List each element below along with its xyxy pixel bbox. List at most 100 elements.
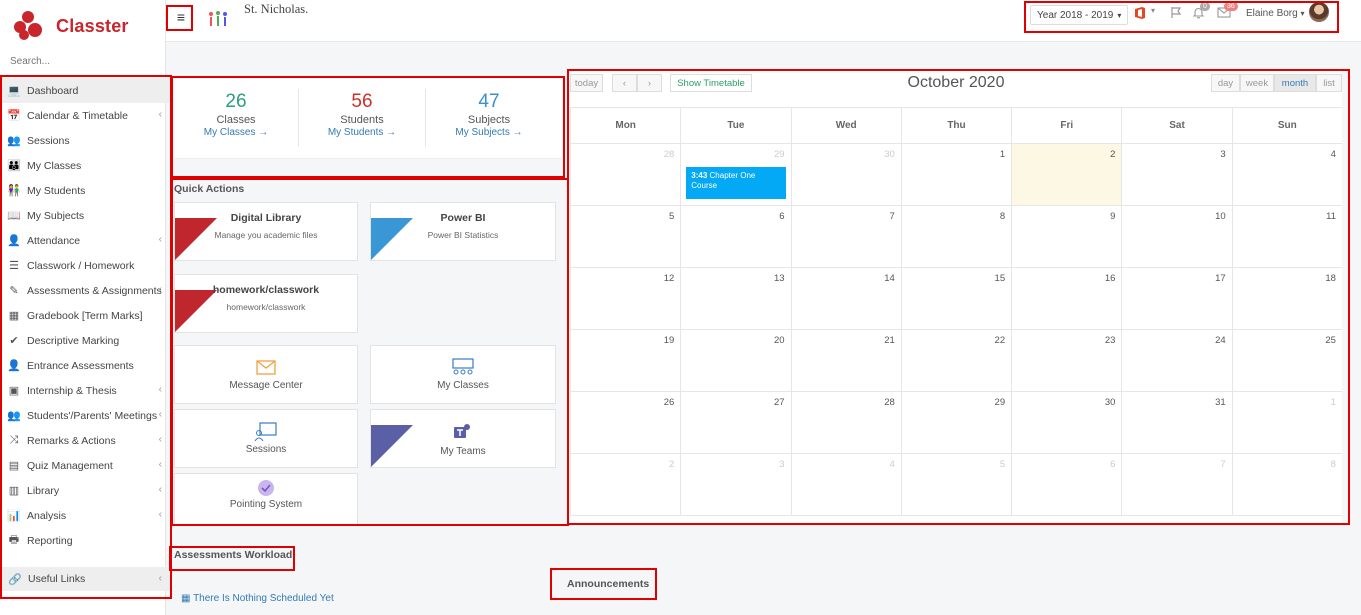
sessions-card[interactable]: Sessions: [174, 409, 358, 468]
sidebar-item-gradebook-term-marks[interactable]: ▦ Gradebook [Term Marks]: [2, 303, 170, 328]
avatar[interactable]: [1309, 2, 1329, 22]
sidebar-item-my-students[interactable]: 👫 My Students: [2, 178, 170, 203]
sidebar-item-classwork-homework[interactable]: ☰ Classwork / Homework: [2, 253, 170, 278]
calendar-day-cell[interactable]: 21: [790, 330, 901, 391]
message-center-card[interactable]: Message Center: [174, 345, 358, 404]
sidebar-item-dashboard[interactable]: 💻 Dashboard: [2, 78, 170, 103]
year-select[interactable]: Year 2018 - 2019 ▾: [1030, 5, 1129, 25]
sidebar-item-reporting[interactable]: 🖶 Reporting: [2, 528, 170, 553]
sidebar-search[interactable]: [10, 56, 160, 67]
power-bi-card[interactable]: Power BI Power BI Statistics: [370, 202, 556, 261]
calendar-day-cell[interactable]: 6: [680, 206, 790, 267]
calendar-day-cell[interactable]: 28: [790, 392, 901, 453]
calendar-day-cell[interactable]: 31: [1121, 392, 1231, 453]
calendar-day-cell[interactable]: 4: [1231, 144, 1342, 205]
calendar-day-cell[interactable]: 5: [570, 206, 680, 267]
calendar-day-cell[interactable]: 17: [1121, 268, 1231, 329]
calendar-day-cell[interactable]: 2: [1011, 144, 1122, 205]
calendar-day-cell[interactable]: 7: [1121, 454, 1231, 515]
calendar-day-cell[interactable]: 20: [680, 330, 790, 391]
card-subtitle: Manage you academic files: [214, 230, 318, 240]
day-number: 11: [1326, 211, 1336, 222]
sidebar-item-useful-links[interactable]: 🔗 Useful Links ‹: [2, 567, 170, 591]
my-classes-card[interactable]: My Classes: [370, 345, 556, 404]
office-icon[interactable]: [1133, 6, 1147, 20]
sidebar-item-my-subjects[interactable]: 📖 My Subjects: [2, 203, 170, 228]
calendar-day-cell[interactable]: 28: [570, 144, 680, 205]
sidebar-item-quiz-management[interactable]: ▤ Quiz Management ‹: [2, 453, 170, 478]
sidebar-item-my-classes[interactable]: 👪 My Classes: [2, 153, 170, 178]
calendar-day-cell[interactable]: 3: [1121, 144, 1231, 205]
sidebar-item-analysis[interactable]: 📊 Analysis ‹: [2, 503, 170, 528]
chevron-left-icon: ‹: [158, 509, 162, 520]
calendar-day-cell[interactable]: 29 3:43 Chapter One Course: [680, 144, 790, 205]
calendar-day-cell[interactable]: 6: [1011, 454, 1121, 515]
homework-classwork-card[interactable]: homework/classwork homework/classwork: [174, 274, 358, 333]
calendar-day-cell[interactable]: 10: [1121, 206, 1231, 267]
calendar-day-cell[interactable]: 4: [790, 454, 901, 515]
view-week-button[interactable]: week: [1240, 74, 1274, 92]
my-teams-card[interactable]: My Teams: [370, 409, 556, 468]
calendar-day-cell[interactable]: 25: [1231, 330, 1342, 391]
calendar-day-cell[interactable]: 30: [1011, 392, 1121, 453]
menu-toggle-button[interactable]: ≡: [170, 7, 192, 27]
prev-button[interactable]: ‹: [612, 74, 637, 92]
digital-library-card[interactable]: Digital Library Manage you academic file…: [174, 202, 358, 261]
app-logo[interactable]: Classter: [14, 9, 129, 43]
calendar-day-cell[interactable]: 7: [790, 206, 901, 267]
calendar-day-cell[interactable]: 2: [570, 454, 680, 515]
calendar-day-cell[interactable]: 30: [790, 144, 901, 205]
my-students-link[interactable]: My Students →: [300, 127, 424, 138]
caret-down-icon[interactable]: ▾: [1151, 6, 1155, 15]
calendar-day-cell[interactable]: 13: [680, 268, 790, 329]
sidebar-item-internship-thesis[interactable]: ▣ Internship & Thesis ‹: [2, 378, 170, 403]
sidebar-item-sessions[interactable]: 👥 Sessions: [2, 128, 170, 153]
calendar-day-cell[interactable]: 18: [1231, 268, 1342, 329]
sidebar-item-assessments-assignments[interactable]: ✎ Assessments & Assignments ‹: [2, 278, 170, 303]
pointing-system-card[interactable]: Pointing System: [174, 473, 358, 525]
today-button[interactable]: today: [570, 74, 603, 92]
calendar-week-row: 19 20 21 22 23 24 25: [570, 330, 1342, 392]
search-input[interactable]: [10, 56, 160, 67]
calendar-day-cell[interactable]: 16: [1011, 268, 1121, 329]
quick-actions-title: Quick Actions: [174, 183, 245, 195]
calendar-day-cell[interactable]: 22: [900, 330, 1011, 391]
calendar-day-cell[interactable]: 5: [900, 454, 1011, 515]
calendar-day-cell[interactable]: 1: [900, 144, 1011, 205]
sidebar-item-library[interactable]: ▥ Library ‹: [2, 478, 170, 503]
show-timetable-button[interactable]: Show Timetable: [670, 74, 752, 92]
sidebar-item-calendar-timetable[interactable]: 📅 Calendar & Timetable ‹: [2, 103, 170, 128]
calendar-day-cell[interactable]: 9: [1011, 206, 1121, 267]
calendar-day-cell[interactable]: 19: [570, 330, 680, 391]
sidebar-item-attendance[interactable]: 👤 Attendance ‹: [2, 228, 170, 253]
calendar-event[interactable]: 3:43 Chapter One Course: [686, 167, 786, 199]
calendar-day-cell[interactable]: 24: [1121, 330, 1231, 391]
sidebar-item-entrance-assessments[interactable]: 👤 Entrance Assessments: [2, 353, 170, 378]
calendar-day-cell[interactable]: 12: [570, 268, 680, 329]
calendar-day-cell[interactable]: 14: [790, 268, 901, 329]
sidebar-item-remarks-actions[interactable]: ⤨ Remarks & Actions ‹: [2, 428, 170, 453]
my-subjects-link[interactable]: My Subjects →: [427, 127, 551, 138]
calendar-day-cell[interactable]: 26: [570, 392, 680, 453]
flag-icon[interactable]: [1170, 6, 1183, 19]
calendar-day-cell[interactable]: 3: [680, 454, 790, 515]
sidebar-item-descriptive-marking[interactable]: ✔ Descriptive Marking: [2, 328, 170, 353]
user-menu[interactable]: Elaine Borg ▾: [1246, 8, 1305, 19]
calendar-day-cell[interactable]: 23: [1011, 330, 1121, 391]
calendar-day-cell[interactable]: 15: [900, 268, 1011, 329]
my-classes-link[interactable]: My Classes →: [174, 127, 298, 138]
view-list-button[interactable]: list: [1316, 74, 1342, 92]
calendar-day-cell[interactable]: 1: [1231, 392, 1342, 453]
sidebar-item-students-parents-meetings[interactable]: 👥 Students'/Parents' Meetings ‹: [2, 403, 170, 428]
view-day-button[interactable]: day: [1211, 74, 1240, 92]
calendar-day-cell[interactable]: 27: [680, 392, 790, 453]
view-month-button[interactable]: month: [1274, 74, 1316, 92]
calendar-day-cell[interactable]: 8: [900, 206, 1011, 267]
next-button[interactable]: ›: [637, 74, 662, 92]
calendar-day-cell[interactable]: 29: [900, 392, 1011, 453]
calendar-day-cell[interactable]: 8: [1231, 454, 1342, 515]
sidebar-item-label: Quiz Management: [27, 459, 113, 472]
card-title: Digital Library: [230, 212, 302, 224]
calendar-day-cell[interactable]: 11: [1231, 206, 1342, 267]
app-name: Classter: [56, 15, 129, 36]
